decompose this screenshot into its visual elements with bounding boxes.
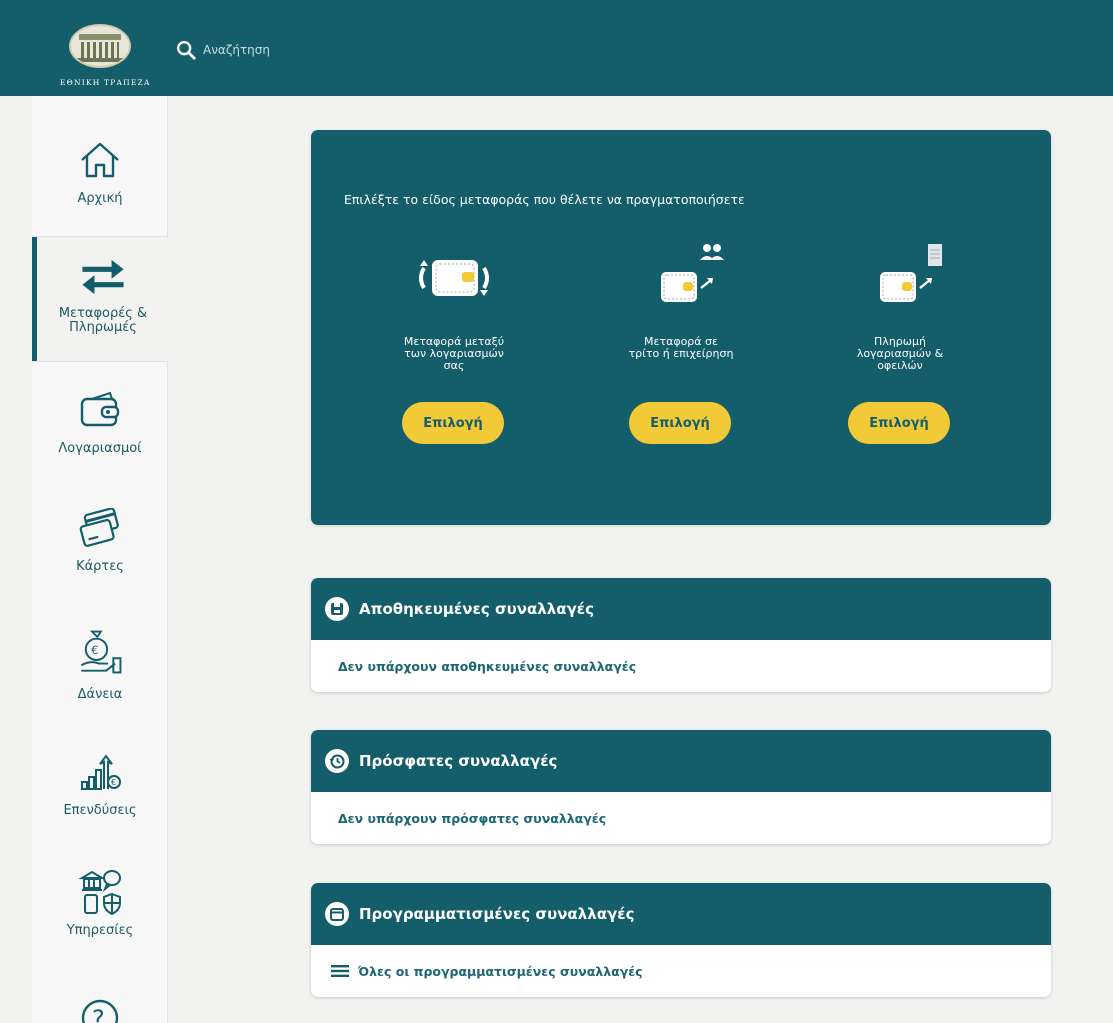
own-accounts-transfer-icon [404,240,504,320]
svg-text:?: ? [92,1005,105,1023]
transfer-option-third-party: Μεταφορά σε τρίτο ή επιχείρηση Επιλογή [611,240,751,444]
transfer-arrows-icon [79,253,127,301]
saved-transactions-empty: Δεν υπάρχουν αποθηκευμένες συναλλαγές [338,658,637,674]
sidebar-item-cards[interactable]: Κάρτες [32,504,168,574]
svg-text:€: € [111,778,116,787]
saved-transactions-title: Αποθηκευμένες συναλλαγές [359,600,595,618]
third-party-transfer-icon [631,240,731,320]
transfer-option-bill-payment: Πληρωμή λογαριασμών & οφειλών Επιλογή [830,240,970,444]
services-icon [76,868,124,916]
sidebar: Αρχική Μεταφορές & Πληρωμές Λογαριασμοί … [32,96,169,1023]
recent-transactions-panel: Πρόσφατες συναλλαγές Δεν υπάρχουν πρόσφα… [311,730,1051,844]
sidebar-item-label: Μεταφορές & Πληρωμές [58,306,148,335]
search-icon[interactable] [175,39,197,61]
sidebar-item-label: Αρχική [77,191,123,206]
sidebar-item-label: Λογαριασμοί [58,441,142,456]
recent-transactions-title: Πρόσφατες συναλλαγές [359,752,558,770]
bank-logo[interactable]: ΕΘΝΙΚΗ ΤΡΑΠΕΖΑ [60,24,156,94]
scheduled-transactions-header: Προγραμματισμένες συναλλαγές [311,883,1051,945]
sidebar-item-label: Δάνεια [77,687,123,702]
sidebar-item-services[interactable]: Υπηρεσίες [32,868,168,938]
top-bar: ΕΘΝΙΚΗ ΤΡΑΠΕΖΑ [0,0,1113,96]
svg-text:€: € [91,643,98,657]
scheduled-transactions-panel: Προγραμματισμένες συναλλαγές Όλες οι προ… [311,883,1051,997]
loan-icon: € [76,624,124,680]
wallet-icon [76,386,124,434]
transfer-prompt: Επιλέξτε το είδος μεταφοράς που θέλετε ν… [344,192,745,207]
sidebar-item-help[interactable]: ? [32,994,168,1023]
recent-transactions-header: Πρόσφατες συναλλαγές [311,730,1051,792]
sidebar-item-transfers[interactable]: Μεταφορές & Πληρωμές [32,237,169,361]
bill-payment-icon [850,240,950,320]
saved-transactions-panel: Αποθηκευμένες συναλλαγές Δεν υπάρχουν απ… [311,578,1051,692]
logo-building-icon [69,24,131,68]
option-label: Μεταφορά σε τρίτο ή επιχείρηση [628,335,734,360]
scheduled-transactions-title: Προγραμματισμένες συναλλαγές [359,905,635,923]
sidebar-item-investments[interactable]: € Επενδύσεις [32,748,168,818]
select-own-accounts-button[interactable]: Επιλογή [402,402,504,444]
calendar-icon [325,902,349,926]
sidebar-item-accounts[interactable]: Λογαριασμοί [32,386,168,456]
list-icon [331,965,349,977]
logo-text: ΕΘΝΙΚΗ ΤΡΑΠΕΖΑ [60,78,151,87]
all-scheduled-transactions-link[interactable]: Όλες οι προγραμματισμένες συναλλαγές [358,964,643,979]
select-third-party-button[interactable]: Επιλογή [629,402,731,444]
sidebar-item-label: Κάρτες [76,559,124,574]
select-bill-payment-button[interactable]: Επιλογή [848,402,950,444]
cards-icon [76,504,124,552]
recent-transactions-empty: Δεν υπάρχουν πρόσφατες συναλλαγές [338,810,607,826]
sidebar-item-loans[interactable]: € Δάνεια [32,624,168,702]
investment-icon: € [76,748,124,796]
sidebar-item-home[interactable]: Αρχική [32,136,168,206]
transfer-option-own-accounts: Μεταφορά μεταξύ των λογαριασμών σας Επιλ… [384,240,524,444]
sidebar-item-label: Υπηρεσίες [66,923,134,938]
home-icon [76,136,124,184]
saved-transactions-header: Αποθηκευμένες συναλλαγές [311,578,1051,640]
option-label: Πληρωμή λογαριασμών & οφειλών [856,335,944,372]
sidebar-divider [32,361,168,362]
transfer-type-card: Επιλέξτε το είδος μεταφοράς που θέλετε ν… [311,130,1051,525]
sidebar-item-label: Επενδύσεις [63,803,137,818]
option-label: Μεταφορά μεταξύ των λογαριασμών σας [403,335,505,372]
history-icon [325,749,349,773]
save-icon [325,597,349,621]
search-bar[interactable] [175,38,403,62]
help-icon: ? [76,994,124,1023]
search-input[interactable] [203,43,403,57]
